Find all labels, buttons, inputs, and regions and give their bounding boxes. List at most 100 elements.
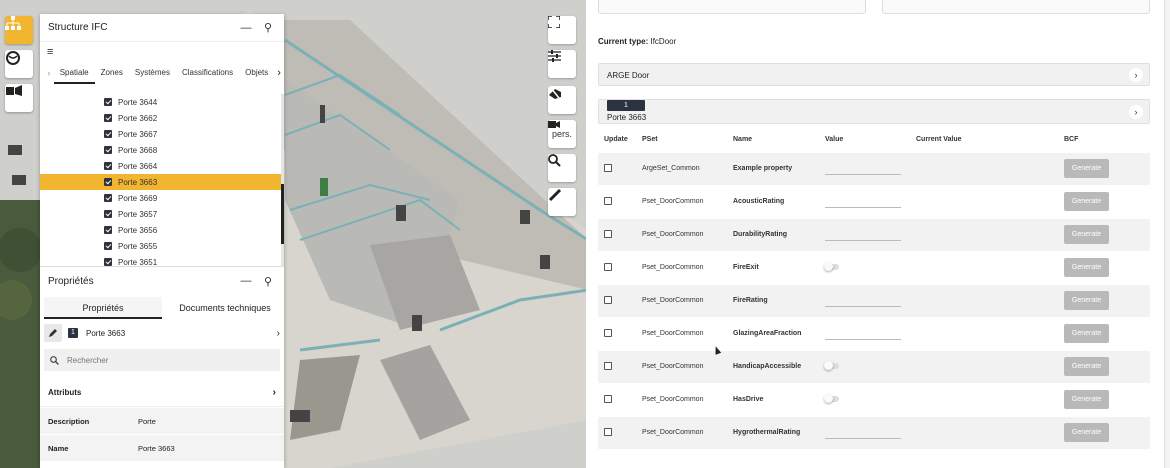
update-checkbox[interactable] xyxy=(604,361,612,370)
tabs-right-arrow-icon[interactable]: › xyxy=(274,67,284,79)
properties-search[interactable] xyxy=(44,349,280,371)
generate-button[interactable]: Generate xyxy=(1064,225,1109,244)
update-checkbox[interactable] xyxy=(604,262,612,271)
tab-spatiale[interactable]: Spatiale xyxy=(53,62,95,84)
tree-item[interactable]: Porte 3667 xyxy=(40,126,284,142)
tab-classifications[interactable]: Classifications xyxy=(176,62,239,84)
filter-select-2[interactable] xyxy=(882,0,1150,14)
generate-button[interactable]: Generate xyxy=(1064,291,1109,310)
update-checkbox[interactable] xyxy=(604,328,612,337)
update-checkbox[interactable] xyxy=(604,295,612,304)
tree-item[interactable]: Porte 3663 xyxy=(40,174,284,190)
cube-view-button[interactable] xyxy=(5,50,33,78)
value-input[interactable] xyxy=(825,161,901,175)
tab-proprietes[interactable]: Propriétés xyxy=(44,297,162,319)
property-name-cell: GlazingAreaFraction xyxy=(727,316,819,350)
fullscreen-button[interactable] xyxy=(548,16,576,44)
update-checkbox[interactable] xyxy=(604,427,612,436)
value-cell xyxy=(819,283,910,317)
value-input[interactable] xyxy=(825,194,901,208)
perspective-button[interactable]: pers. xyxy=(548,120,576,148)
update-cell xyxy=(598,283,636,317)
update-checkbox[interactable] xyxy=(604,196,612,205)
table-row: Pset_DoorCommon FireExit Generate xyxy=(598,250,1150,284)
hamburger-menu-icon[interactable]: ≡ xyxy=(47,46,53,58)
visibility-checkbox[interactable] xyxy=(104,226,112,234)
type-bar[interactable]: ARGE Door › xyxy=(598,63,1150,86)
current-value-cell xyxy=(910,382,1058,416)
tree-item[interactable]: Porte 3664 xyxy=(40,158,284,174)
generate-button[interactable]: Generate xyxy=(1064,423,1109,443)
value-toggle[interactable] xyxy=(824,360,839,370)
value-toggle[interactable] xyxy=(824,393,839,403)
visibility-checkbox[interactable] xyxy=(104,130,112,138)
visibility-checkbox[interactable] xyxy=(104,162,112,170)
properties-section: Propriétés — ⚲ Propriétés Documents tech… xyxy=(40,266,284,468)
visibility-checkbox[interactable] xyxy=(104,146,112,154)
update-checkbox[interactable] xyxy=(604,394,612,403)
top-strip xyxy=(586,0,1164,16)
tree-item[interactable]: Porte 3669 xyxy=(40,190,284,206)
value-input[interactable] xyxy=(825,227,901,241)
visibility-checkbox[interactable] xyxy=(104,242,112,250)
visibility-checkbox[interactable] xyxy=(104,114,112,122)
value-input[interactable] xyxy=(825,293,901,307)
tree-item[interactable]: Porte 3657 xyxy=(40,206,284,222)
value-input[interactable] xyxy=(825,326,901,340)
link-icon[interactable]: ⚲ xyxy=(260,275,276,288)
camera-icon xyxy=(548,121,560,128)
visibility-checkbox[interactable] xyxy=(104,194,112,202)
measure-button[interactable] xyxy=(548,188,576,216)
tabs-left-arrow-icon[interactable]: › xyxy=(44,68,54,78)
tree-scrollbar[interactable] xyxy=(281,94,284,266)
pset-cell: Pset_DoorCommon xyxy=(636,382,727,416)
model-settings-button[interactable] xyxy=(5,84,33,112)
tree-item-label: Porte 3663 xyxy=(118,177,158,187)
tree-item[interactable]: Porte 3668 xyxy=(40,142,284,158)
tab-objets[interactable]: Objets xyxy=(239,62,274,84)
tree-item[interactable]: Porte 3644 xyxy=(40,94,284,110)
selected-element-row[interactable]: 1 Porte 3663 › xyxy=(44,322,280,344)
bcf-cell: Generate xyxy=(1058,151,1150,185)
attribute-key: Name xyxy=(48,443,69,453)
visibility-checkbox[interactable] xyxy=(104,178,112,186)
minimize-icon[interactable]: — xyxy=(238,275,254,287)
visibility-checkbox[interactable] xyxy=(104,98,112,106)
search-tool-button[interactable] xyxy=(548,154,576,182)
tab-systemes[interactable]: Systèmes xyxy=(129,62,176,84)
page-scrollbar[interactable] xyxy=(1164,0,1170,468)
current-value-cell xyxy=(910,283,1058,317)
attributes-header[interactable]: Attributs › xyxy=(40,379,284,407)
section-button[interactable] xyxy=(548,86,576,114)
structure-header: Structure IFC — ⚲ xyxy=(40,14,284,42)
tree-item[interactable]: Porte 3651 xyxy=(40,254,284,266)
visibility-checkbox[interactable] xyxy=(104,258,112,266)
structure-tree-button[interactable] xyxy=(5,16,33,44)
chevron-right-icon[interactable]: › xyxy=(1129,105,1143,119)
generate-button[interactable]: Generate xyxy=(1064,192,1109,211)
chevron-right-icon[interactable]: › xyxy=(277,328,280,339)
minimize-icon[interactable]: — xyxy=(238,22,254,34)
tree-item[interactable]: Porte 3662 xyxy=(40,110,284,126)
generate-button[interactable]: Generate xyxy=(1064,324,1109,343)
search-input[interactable] xyxy=(67,355,267,365)
update-checkbox[interactable] xyxy=(604,163,612,172)
link-icon[interactable]: ⚲ xyxy=(260,21,276,34)
generate-button[interactable]: Generate xyxy=(1064,258,1109,277)
instance-bar[interactable]: 1 Porte 3663 › xyxy=(598,99,1150,124)
update-checkbox[interactable] xyxy=(604,229,612,238)
filter-select-1[interactable] xyxy=(598,0,866,14)
generate-button[interactable]: Generate xyxy=(1064,357,1109,376)
tab-zones[interactable]: Zones xyxy=(95,62,129,84)
chevron-right-icon[interactable]: › xyxy=(1129,68,1143,82)
value-input[interactable] xyxy=(825,425,901,439)
tab-documents-techniques[interactable]: Documents techniques xyxy=(166,297,284,319)
tree-item[interactable]: Porte 3656 xyxy=(40,222,284,238)
tree-item[interactable]: Porte 3655 xyxy=(40,238,284,254)
edit-button[interactable] xyxy=(44,324,62,342)
generate-button[interactable]: Generate xyxy=(1064,159,1109,178)
generate-button[interactable]: Generate xyxy=(1064,390,1109,409)
value-toggle[interactable] xyxy=(824,261,839,271)
visibility-checkbox[interactable] xyxy=(104,210,112,218)
settings-button[interactable] xyxy=(548,50,576,78)
